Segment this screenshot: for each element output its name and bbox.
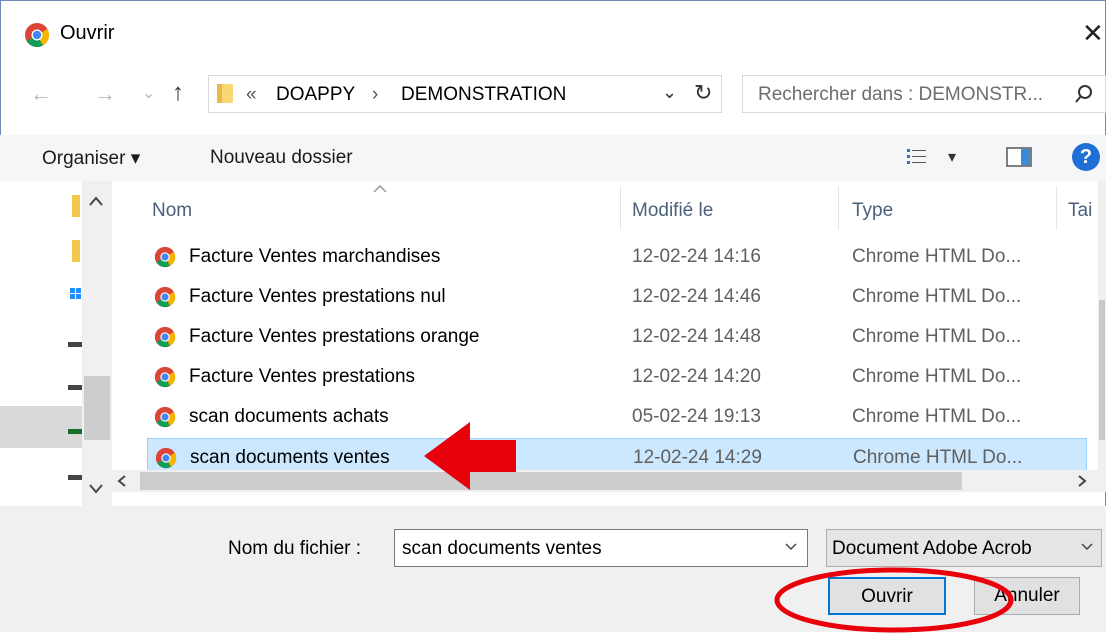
- filetype-value[interactable]: Document Adobe Acrob: [832, 538, 1072, 560]
- scroll-up-icon[interactable]: [88, 195, 104, 207]
- nav-drive-icon[interactable]: [68, 426, 82, 436]
- file-name[interactable]: Facture Ventes prestations nul: [189, 286, 446, 308]
- file-row[interactable]: Facture Ventes marchandises 12-02-24 14:1…: [147, 238, 1087, 275]
- nav-folder-icon[interactable]: [72, 240, 80, 262]
- horizontal-scrollbar-thumb[interactable]: [140, 472, 962, 490]
- file-modified: 12-02-24 14:46: [632, 286, 761, 307]
- filetype-dropdown-icon[interactable]: [1080, 542, 1094, 552]
- folder-icon: [217, 84, 233, 103]
- file-name[interactable]: Facture Ventes marchandises: [189, 246, 440, 268]
- column-divider[interactable]: [838, 186, 839, 230]
- help-icon[interactable]: ?: [1072, 143, 1100, 171]
- chrome-file-icon: [154, 286, 176, 308]
- column-divider[interactable]: [620, 186, 621, 230]
- file-type: Chrome HTML Do...: [852, 286, 1022, 307]
- breadcrumb-separator: ›: [372, 84, 379, 105]
- nav-drive-icon[interactable]: [68, 472, 82, 482]
- file-list-scrollbar-thumb[interactable]: [1099, 300, 1105, 440]
- nav-drive-icon[interactable]: [68, 382, 82, 392]
- file-modified: 12-02-24 14:29: [633, 447, 762, 468]
- refresh-icon[interactable]: ↻: [694, 80, 712, 106]
- chrome-file-icon: [154, 326, 176, 348]
- cancel-button[interactable]: Annuler: [974, 577, 1080, 615]
- file-type: Chrome HTML Do...: [852, 366, 1022, 387]
- nav-drive-icon[interactable]: [68, 339, 82, 349]
- scroll-right-icon[interactable]: [1076, 474, 1088, 488]
- column-header-type[interactable]: Type: [852, 200, 893, 222]
- sort-ascending-icon: [373, 184, 387, 193]
- column-header-size[interactable]: Tai: [1068, 200, 1092, 222]
- scroll-down-icon[interactable]: [88, 483, 104, 495]
- search-icon[interactable]: [1074, 84, 1094, 104]
- nav-folder-icon[interactable]: [72, 195, 80, 217]
- file-row[interactable]: Facture Ventes prestations 12-02-24 14:20…: [147, 358, 1087, 395]
- column-header-name[interactable]: Nom: [152, 200, 192, 222]
- file-type: Chrome HTML Do...: [852, 246, 1022, 267]
- file-row[interactable]: Facture Ventes prestations nul 12-02-24 1…: [147, 278, 1087, 315]
- view-options-icon[interactable]: [906, 147, 928, 167]
- preview-pane-icon[interactable]: [1006, 147, 1032, 167]
- chrome-icon: [25, 23, 50, 48]
- file-modified: 12-02-24 14:20: [632, 366, 761, 387]
- nav-windows-icon[interactable]: [68, 287, 82, 303]
- breadcrumb-overflow[interactable]: «: [246, 84, 257, 106]
- chrome-file-icon: [154, 246, 176, 268]
- organize-button[interactable]: Organiser ▾: [42, 147, 140, 170]
- file-name[interactable]: Facture Ventes prestations: [189, 366, 415, 388]
- column-header-modified[interactable]: Modifié le: [632, 200, 713, 222]
- file-name[interactable]: scan documents achats: [189, 406, 389, 428]
- close-icon[interactable]: ✕: [1082, 18, 1104, 49]
- forward-icon[interactable]: →: [94, 81, 116, 107]
- chrome-file-icon: [155, 447, 177, 469]
- file-modified: 05-02-24 19:13: [632, 406, 761, 427]
- address-dropdown-icon[interactable]: ⌄: [662, 82, 677, 103]
- file-name[interactable]: scan documents ventes: [190, 447, 390, 469]
- chrome-file-icon: [154, 406, 176, 428]
- navigation-scrollbar[interactable]: [82, 181, 112, 506]
- file-type: Chrome HTML Do...: [852, 406, 1022, 427]
- breadcrumb-doappy[interactable]: DOAPPY: [276, 84, 355, 106]
- chrome-file-icon: [154, 366, 176, 388]
- filename-label: Nom du fichier :: [228, 538, 362, 559]
- file-type: Chrome HTML Do...: [852, 326, 1022, 347]
- open-button[interactable]: Ouvrir: [828, 577, 946, 615]
- view-dropdown-icon[interactable]: ▾: [948, 147, 956, 167]
- navigation-scrollbar-thumb[interactable]: [84, 376, 110, 440]
- column-divider[interactable]: [1056, 186, 1057, 230]
- up-icon[interactable]: ↑: [172, 79, 184, 107]
- recent-locations-icon[interactable]: ⌄: [142, 83, 155, 103]
- file-type: Chrome HTML Do...: [853, 447, 1023, 468]
- file-row[interactable]: Facture Ventes prestations orange 12-02-2…: [147, 318, 1087, 355]
- file-name[interactable]: Facture Ventes prestations orange: [189, 326, 479, 348]
- filename-dropdown-icon[interactable]: [784, 542, 798, 552]
- new-folder-button[interactable]: Nouveau dossier: [210, 147, 353, 169]
- window-title: Ouvrir: [60, 22, 115, 44]
- file-modified: 12-02-24 14:16: [632, 246, 761, 267]
- command-bar: [0, 135, 1106, 181]
- back-icon[interactable]: ←: [30, 81, 52, 107]
- title-bar: [0, 0, 1106, 60]
- filename-input[interactable]: scan documents ventes: [402, 538, 602, 560]
- search-input[interactable]: Rechercher dans : DEMONSTR...: [758, 84, 1043, 106]
- scroll-left-icon[interactable]: [116, 474, 128, 488]
- file-modified: 12-02-24 14:48: [632, 326, 761, 347]
- file-row[interactable]: scan documents achats 05-02-24 19:13 Chrom…: [147, 398, 1087, 435]
- breadcrumb-demonstration[interactable]: DEMONSTRATION: [401, 84, 566, 106]
